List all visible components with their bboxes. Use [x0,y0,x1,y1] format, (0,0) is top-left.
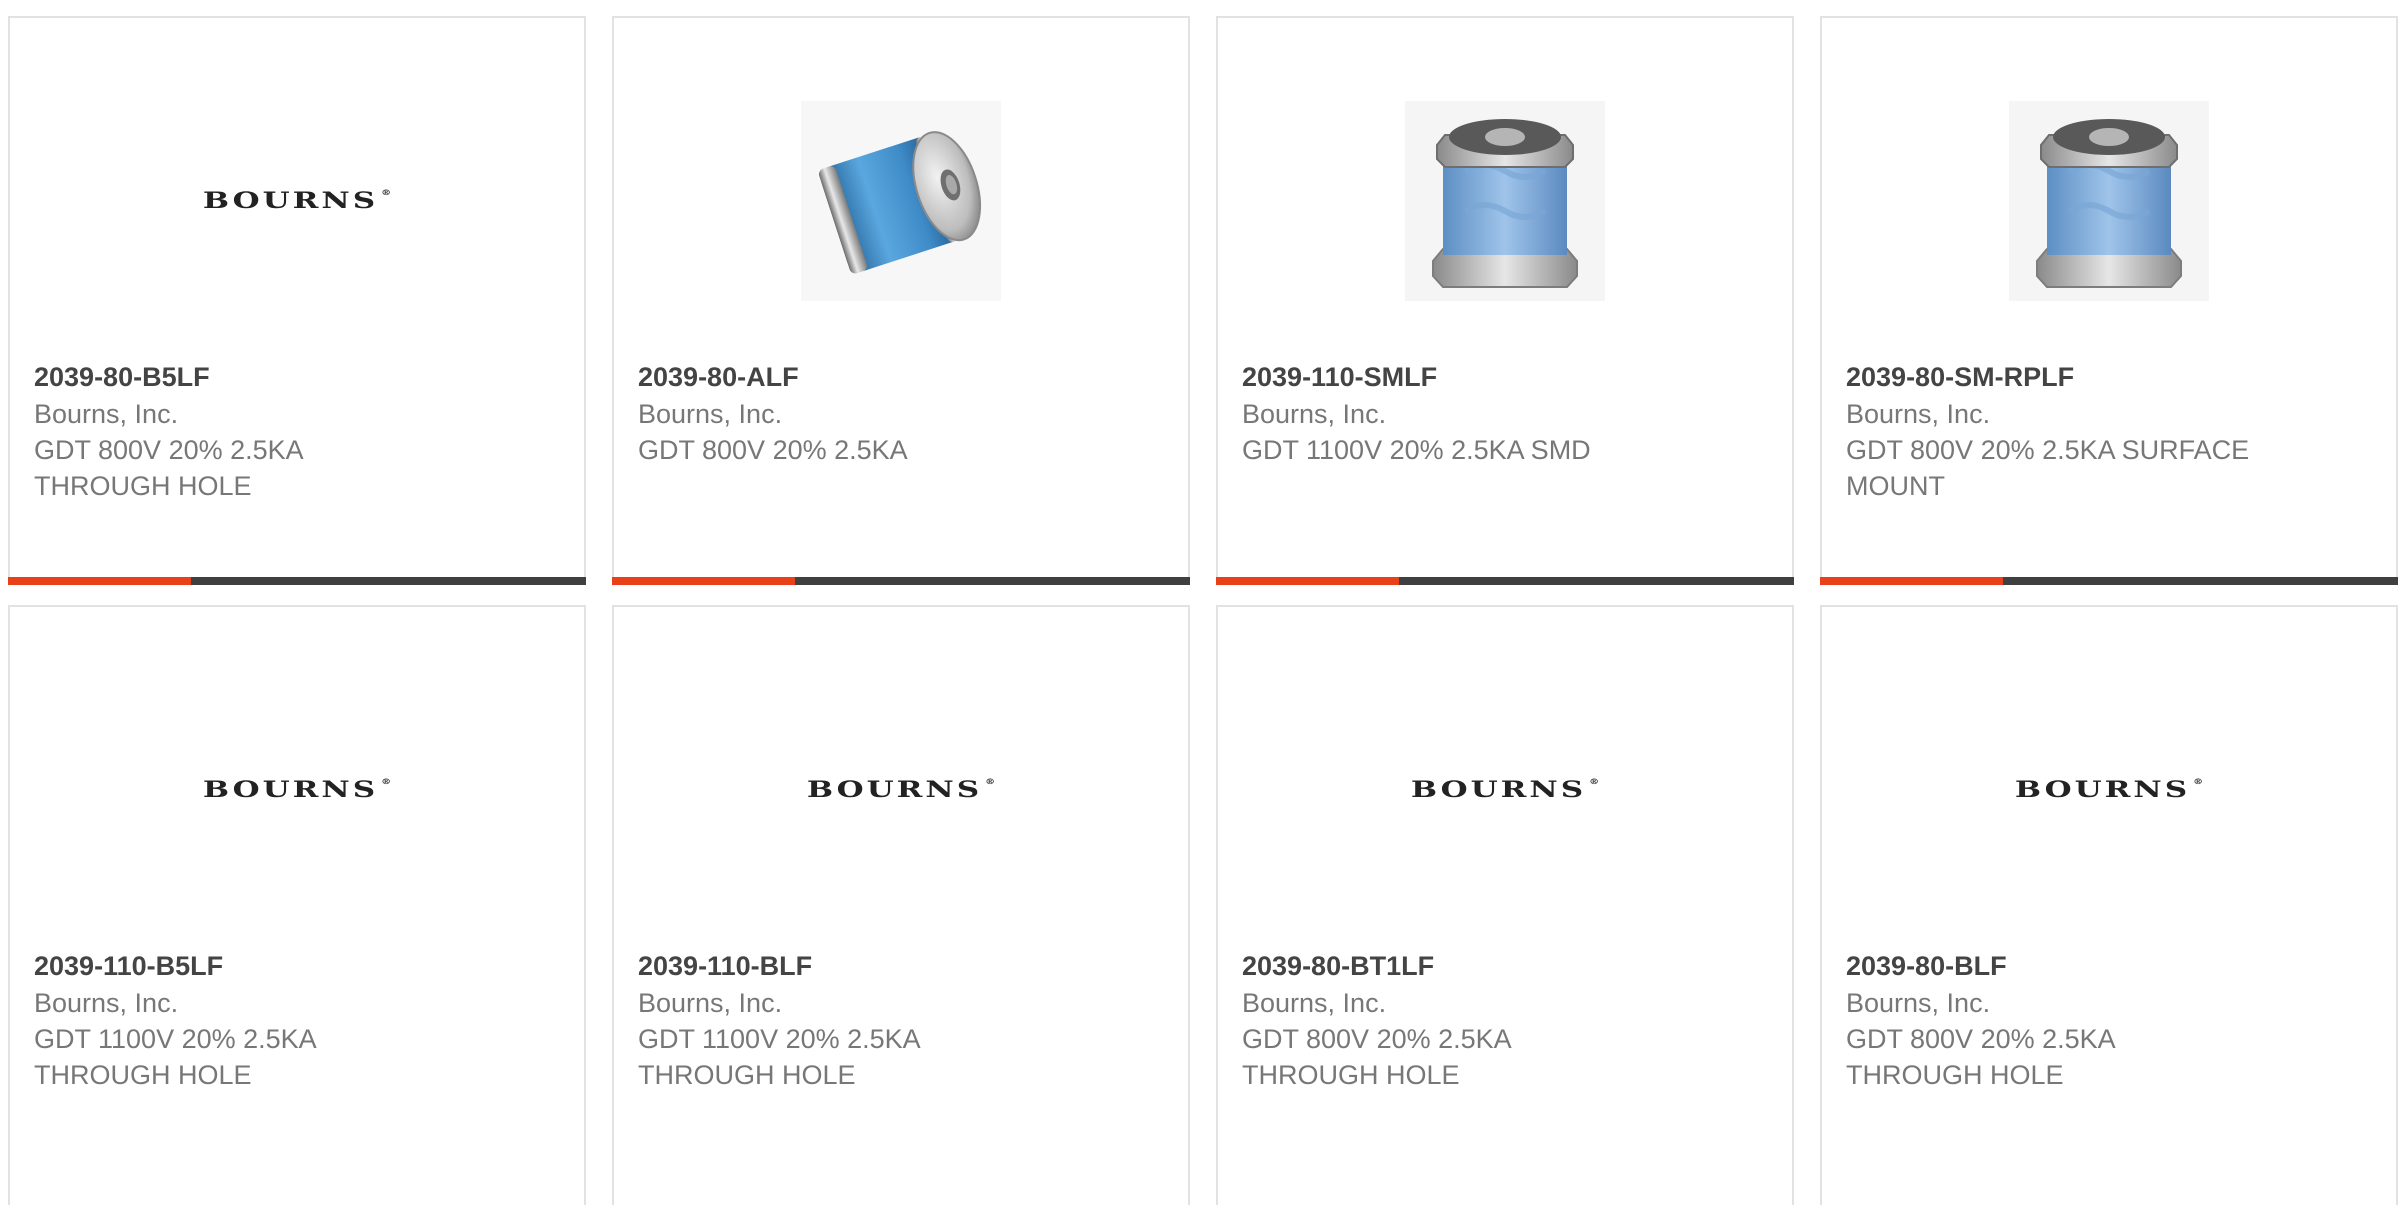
bourns-logo-icon: BOURNS ® [202,188,392,214]
product-image[interactable]: BOURNS ® [10,86,584,316]
product-description: GDT 800V 20% 2.5KA THROUGH HOLE [1846,1024,2116,1090]
manufacturer-name: Bourns, Inc. [1242,399,1387,429]
product-description: GDT 800V 20% 2.5KA SURFACE MOUNT [1846,435,2250,501]
bourns-logo-icon: BOURNS ® [806,777,996,803]
product-card[interactable]: 2039-80-SM-RPLF Bourns, Inc. GDT 800V 20… [1820,16,2398,585]
product-image[interactable] [1218,86,1792,316]
part-number-link[interactable]: 2039-80-BT1LF [1242,947,1768,985]
gas-discharge-tube-icon [801,101,1001,301]
product-image[interactable]: BOURNS ® [1822,675,2396,905]
part-number-link[interactable]: 2039-80-SM-RPLF [1846,358,2372,396]
product-image[interactable]: BOURNS ® [1218,675,1792,905]
product-description: GDT 800V 20% 2.5KA [638,435,908,465]
product-image[interactable]: BOURNS ® [614,675,1188,905]
card-accent-bar [1216,577,1794,585]
card-accent-bar [612,577,1190,585]
manufacturer-name: Bourns, Inc. [34,399,179,429]
manufacturer-name: Bourns, Inc. [1242,988,1387,1018]
gas-discharge-tube-icon [2009,101,2209,301]
part-number-link[interactable]: 2039-110-B5LF [34,947,560,985]
product-image[interactable] [614,86,1188,316]
manufacturer-name: Bourns, Inc. [1846,988,1991,1018]
part-number-link[interactable]: 2039-80-B5LF [34,358,560,396]
part-number-link[interactable]: 2039-110-SMLF [1242,358,1768,396]
bourns-logo-icon: BOURNS ® [202,777,392,803]
manufacturer-name: Bourns, Inc. [1846,399,1991,429]
card-accent-bar [1820,577,2398,585]
part-number-link[interactable]: 2039-80-BLF [1846,947,2372,985]
manufacturer-name: Bourns, Inc. [638,988,783,1018]
part-number-link[interactable]: 2039-80-ALF [638,358,1164,396]
manufacturer-name: Bourns, Inc. [638,399,783,429]
card-accent-bar [8,577,586,585]
product-grid: BOURNS ® 2039-80-B5LF Bourns, Inc. GDT 80… [8,16,2400,1205]
product-card[interactable]: BOURNS ® 2039-80-BT1LF Bourns, Inc. GDT 8… [1216,605,1794,1205]
product-description: GDT 1100V 20% 2.5KA SMD [1242,435,1591,465]
product-description: GDT 800V 20% 2.5KA THROUGH HOLE [34,435,304,501]
bourns-logo-icon: BOURNS ® [1410,777,1600,803]
bourns-logo-icon: BOURNS ® [2014,777,2204,803]
product-image[interactable] [1822,86,2396,316]
gas-discharge-tube-icon [1405,101,1605,301]
product-description: GDT 1100V 20% 2.5KA THROUGH HOLE [638,1024,921,1090]
product-card[interactable]: 2039-80-ALF Bourns, Inc. GDT 800V 20% 2.… [612,16,1190,585]
product-card[interactable]: 2039-110-SMLF Bourns, Inc. GDT 1100V 20%… [1216,16,1794,585]
product-card[interactable]: BOURNS ® 2039-80-B5LF Bourns, Inc. GDT 80… [8,16,586,585]
product-card[interactable]: BOURNS ® 2039-80-BLF Bourns, Inc. GDT 800… [1820,605,2398,1205]
product-description: GDT 800V 20% 2.5KA THROUGH HOLE [1242,1024,1512,1090]
part-number-link[interactable]: 2039-110-BLF [638,947,1164,985]
product-image[interactable]: BOURNS ® [10,675,584,905]
product-card[interactable]: BOURNS ® 2039-110-BLF Bourns, Inc. GDT 11… [612,605,1190,1205]
manufacturer-name: Bourns, Inc. [34,988,179,1018]
product-description: GDT 1100V 20% 2.5KA THROUGH HOLE [34,1024,317,1090]
product-card[interactable]: BOURNS ® 2039-110-B5LF Bourns, Inc. GDT 1… [8,605,586,1205]
